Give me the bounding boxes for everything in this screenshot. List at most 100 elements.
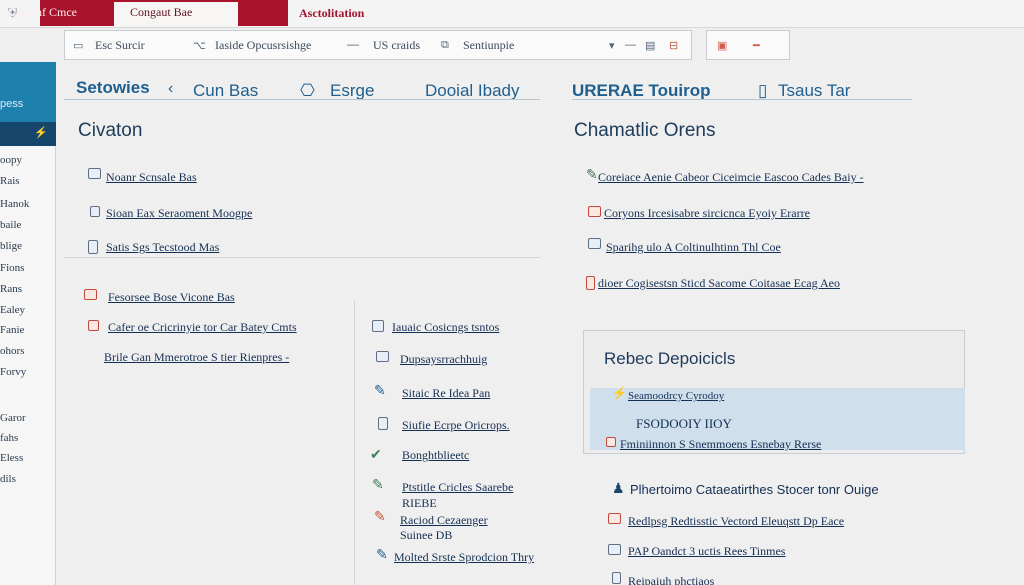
tab-2[interactable]: Congaut Bae bbox=[114, 2, 238, 26]
file-icon bbox=[88, 240, 98, 254]
left-link-a[interactable]: Satis Sgs Tecstood Mas bbox=[106, 240, 219, 255]
sidebar-item[interactable]: dils bbox=[0, 473, 52, 485]
bolt-icon: ⚡ bbox=[612, 386, 627, 400]
sidebar-item[interactable]: baile bbox=[0, 219, 52, 231]
sidebar-item[interactable]: Garor bbox=[0, 412, 52, 424]
middle-link[interactable]: Dupsaysrrachhuig bbox=[400, 352, 487, 367]
tab-3[interactable]: Asctolitation bbox=[299, 6, 364, 21]
pen-icon: ✎ bbox=[374, 382, 386, 398]
bottle-icon bbox=[586, 276, 595, 290]
folder-icon bbox=[608, 513, 621, 524]
wrench-icon: ✎ bbox=[376, 546, 388, 562]
middle-link[interactable]: Sitaic Re Idea Pan bbox=[402, 386, 490, 401]
middle-link[interactable]: Bonghtblieetc bbox=[402, 448, 469, 463]
sidebar-item[interactable]: oopy bbox=[0, 154, 52, 166]
right-link[interactable]: Coryons Ircesisabre sircicnca Eyoiy Erar… bbox=[604, 206, 810, 221]
image-icon bbox=[376, 351, 389, 362]
toolbar-icon-1[interactable]: ▭ bbox=[73, 39, 83, 52]
sidebar-item[interactable]: fahs bbox=[0, 432, 52, 444]
nav-tab-5[interactable]: URERAE Touirop bbox=[572, 81, 711, 101]
info-box-line[interactable]: Fminiinnon S Snemmoens Esnebay Rerse bbox=[620, 437, 821, 452]
pen-icon: ✎ bbox=[372, 476, 384, 492]
dash-icon: — bbox=[347, 37, 359, 51]
image-icon bbox=[588, 238, 601, 249]
toolbar-item-1[interactable]: Esc Surcir bbox=[95, 38, 145, 53]
divider bbox=[64, 257, 540, 258]
toolbar-icon-3[interactable]: ⧉ bbox=[441, 39, 449, 52]
nav-tab-4[interactable]: Dooial Ibady bbox=[425, 81, 520, 101]
right-bottom-link[interactable]: Reipaiuh phctiaos bbox=[628, 574, 714, 585]
sidebar-item[interactable]: Eless bbox=[0, 452, 52, 464]
right-link[interactable]: Sparihg ulo A Coltinulhtinn Thl Coe bbox=[606, 240, 781, 255]
nav-tab-2[interactable]: Cun Bas bbox=[193, 81, 258, 101]
checkbox-icon[interactable] bbox=[372, 320, 384, 332]
nav-tab-3-icon: ⎔ bbox=[300, 81, 315, 100]
right-link[interactable]: dioer Cogisestsn Sticd Sacome Coitasae E… bbox=[598, 276, 840, 291]
folder-icon bbox=[84, 289, 97, 300]
toolbar-item-4[interactable]: Sentiunpie bbox=[463, 38, 514, 53]
middle-text: RIEBE bbox=[402, 496, 437, 510]
pencil-icon: ✎ bbox=[586, 166, 598, 182]
browser-top-bar: ⛨ Cocatnf Cmce Congaut Bae Asctolitation bbox=[0, 0, 1024, 28]
middle-link[interactable]: Ptstitle Cricles Saarebe bbox=[402, 480, 513, 495]
sidebar-item[interactable]: blige bbox=[0, 240, 52, 252]
nav-underline bbox=[64, 99, 540, 100]
left-link-b[interactable]: Brile Gan Mmerotroe S tier Rienpres - bbox=[104, 350, 289, 365]
middle-link[interactable]: Iauaic Cosicngs tsntos bbox=[392, 320, 499, 335]
info-box-line[interactable]: Seamoodrcy Cyrodoy bbox=[628, 390, 724, 402]
right-bottom-link[interactable]: PAP Oandct 3 uctis Rees Tinmes bbox=[628, 544, 785, 559]
left-link-b[interactable]: Cafer oe Cricrinyie tor Car Batey Cmts bbox=[108, 320, 297, 335]
gear-icon bbox=[90, 206, 100, 217]
folder-icon bbox=[588, 206, 601, 217]
sidebar-selected-item[interactable]: ⚡ bbox=[0, 122, 56, 146]
right-bottom-heading: Plhertoimo Cataeatirthes Stocer tonr Oui… bbox=[630, 482, 879, 497]
middle-link[interactable]: Siufie Ecrpe Oricrops. bbox=[402, 418, 510, 433]
toolbar-icon-4[interactable]: ▤ bbox=[645, 39, 655, 52]
tag-icon bbox=[606, 437, 616, 447]
dropdown-icon[interactable]: ▾ bbox=[609, 39, 615, 52]
sidebar-item[interactable]: Rais bbox=[0, 175, 52, 187]
toolbox: ▣ ━ bbox=[706, 30, 790, 60]
check-icon: ✔ bbox=[370, 446, 382, 462]
sidebar-item[interactable]: Fions bbox=[0, 262, 52, 274]
file-icon bbox=[612, 572, 621, 584]
info-box-line: FSODOOIY IIOY bbox=[636, 416, 732, 431]
nav-underline bbox=[572, 99, 912, 100]
middle-link[interactable]: Molted Srste Sprodcion Thry bbox=[394, 550, 534, 565]
left-link-a[interactable]: Sioan Eax Seraoment Moogpe bbox=[106, 206, 252, 221]
sidebar-item[interactable]: Ealey bbox=[0, 304, 52, 316]
sidebar-item[interactable]: Forvy bbox=[0, 366, 52, 378]
middle-link[interactable]: Raciod Cezaenger bbox=[400, 513, 488, 528]
section-title-right: Chamatlic Orens bbox=[574, 120, 716, 141]
toolbar-item-2[interactable]: Iaside Opcusrsishge bbox=[215, 38, 311, 53]
sidebar-header: pess bbox=[0, 62, 56, 122]
toolbox-icon-2[interactable]: ━ bbox=[753, 39, 760, 52]
pin-icon: ♟ bbox=[612, 480, 625, 496]
sidebar-item[interactable]: Hanok bbox=[0, 198, 52, 210]
tab-1[interactable]: Cocatnf Cmce bbox=[8, 5, 77, 20]
document-icon bbox=[88, 168, 101, 179]
right-link[interactable]: Coreiace Aenie Cabeor Ciceimcie Eascoo C… bbox=[598, 170, 864, 185]
right-bottom-link[interactable]: Redlpsg Redtisstic Vectord Eleuqstt Dp E… bbox=[628, 514, 844, 529]
sidebar: pess ⚡ oopy Rais Hanok baile blige Fions… bbox=[0, 62, 56, 585]
left-link-b[interactable]: Fesorsee Bose Vicone Bas bbox=[108, 290, 235, 305]
sidebar-item[interactable]: Rans bbox=[0, 283, 52, 295]
toolbar-item-3[interactable]: US craids bbox=[373, 38, 420, 53]
file-icon bbox=[378, 417, 388, 430]
toolbar-icon-2[interactable]: ⌥ bbox=[193, 39, 206, 52]
sidebar-item[interactable]: Fanie bbox=[0, 324, 52, 336]
minus-icon[interactable]: — bbox=[625, 39, 636, 51]
pen-icon: ✎ bbox=[374, 508, 386, 524]
nav-tab-1[interactable]: Setowies bbox=[76, 78, 150, 98]
toggle-icon: ⚡ bbox=[34, 127, 48, 139]
left-link-a[interactable]: Noanr Scnsale Bas bbox=[106, 170, 197, 185]
toolbar-icon-5[interactable]: ⊟ bbox=[669, 39, 678, 52]
nav-tab-2-icon: ‹ bbox=[168, 80, 174, 97]
address-toolbar: ▭ Esc Surcir ⌥ Iaside Opcusrsishge — US … bbox=[64, 30, 692, 60]
warning-icon bbox=[88, 320, 99, 331]
middle-text: Suinee DB bbox=[400, 528, 453, 542]
toolbox-icon-1[interactable]: ▣ bbox=[717, 39, 727, 52]
nav-tab-3[interactable]: Esrge bbox=[330, 81, 374, 101]
sidebar-item[interactable]: ohors bbox=[0, 345, 52, 357]
nav-tab-6[interactable]: Tsaus Tar bbox=[778, 81, 850, 101]
